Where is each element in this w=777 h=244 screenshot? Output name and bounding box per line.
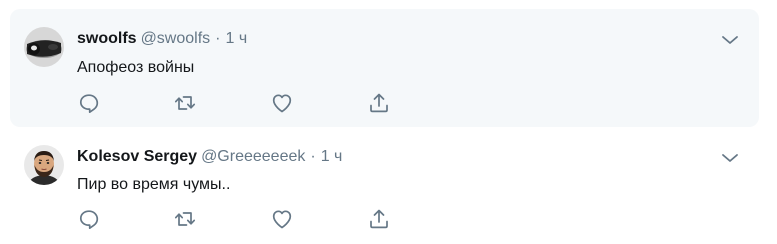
reply-icon[interactable] xyxy=(77,207,101,231)
like-icon[interactable] xyxy=(270,91,294,115)
tweet-actions xyxy=(77,91,397,115)
reply-feed: swoolfs @swoolfs · 1 ч Апофеоз войны Kol… xyxy=(0,0,777,244)
author-handle[interactable]: @Greeeeeeek xyxy=(201,148,305,165)
avatar[interactable] xyxy=(24,145,64,185)
tweet-header: swoolfs @swoolfs · 1 ч xyxy=(77,29,247,49)
chevron-down-icon[interactable] xyxy=(721,33,739,47)
tweet[interactable]: swoolfs @swoolfs · 1 ч Апофеоз войны xyxy=(10,9,759,127)
avatar[interactable] xyxy=(24,27,64,67)
author-name[interactable]: Kolesov Sergey xyxy=(77,148,197,165)
share-icon[interactable] xyxy=(367,207,391,231)
retweet-icon[interactable] xyxy=(173,91,197,115)
bearded-man-avatar-icon xyxy=(24,145,64,185)
separator: · xyxy=(310,148,316,165)
retweet-icon[interactable] xyxy=(173,207,197,231)
tweet-header: Kolesov Sergey @Greeeeeeek · 1 ч xyxy=(77,147,342,167)
like-icon[interactable] xyxy=(270,207,294,231)
tweet-text: Пир во время чумы.. xyxy=(77,176,231,193)
timestamp[interactable]: 1 ч xyxy=(321,148,343,165)
timestamp[interactable]: 1 ч xyxy=(225,30,247,47)
author-name[interactable]: swoolfs xyxy=(77,30,137,47)
author-handle[interactable]: @swoolfs xyxy=(141,30,211,47)
tweet-text: Апофеоз войны xyxy=(77,59,195,76)
tweet-actions xyxy=(77,207,397,231)
separator: · xyxy=(215,30,221,47)
tweet[interactable]: Kolesov Sergey @Greeeeeeek · 1 ч Пир во вре… xyxy=(10,135,759,244)
share-icon[interactable] xyxy=(367,91,391,115)
reply-icon[interactable] xyxy=(77,91,101,115)
chevron-down-icon[interactable] xyxy=(721,151,739,165)
dark-object-avatar-icon xyxy=(24,27,64,67)
